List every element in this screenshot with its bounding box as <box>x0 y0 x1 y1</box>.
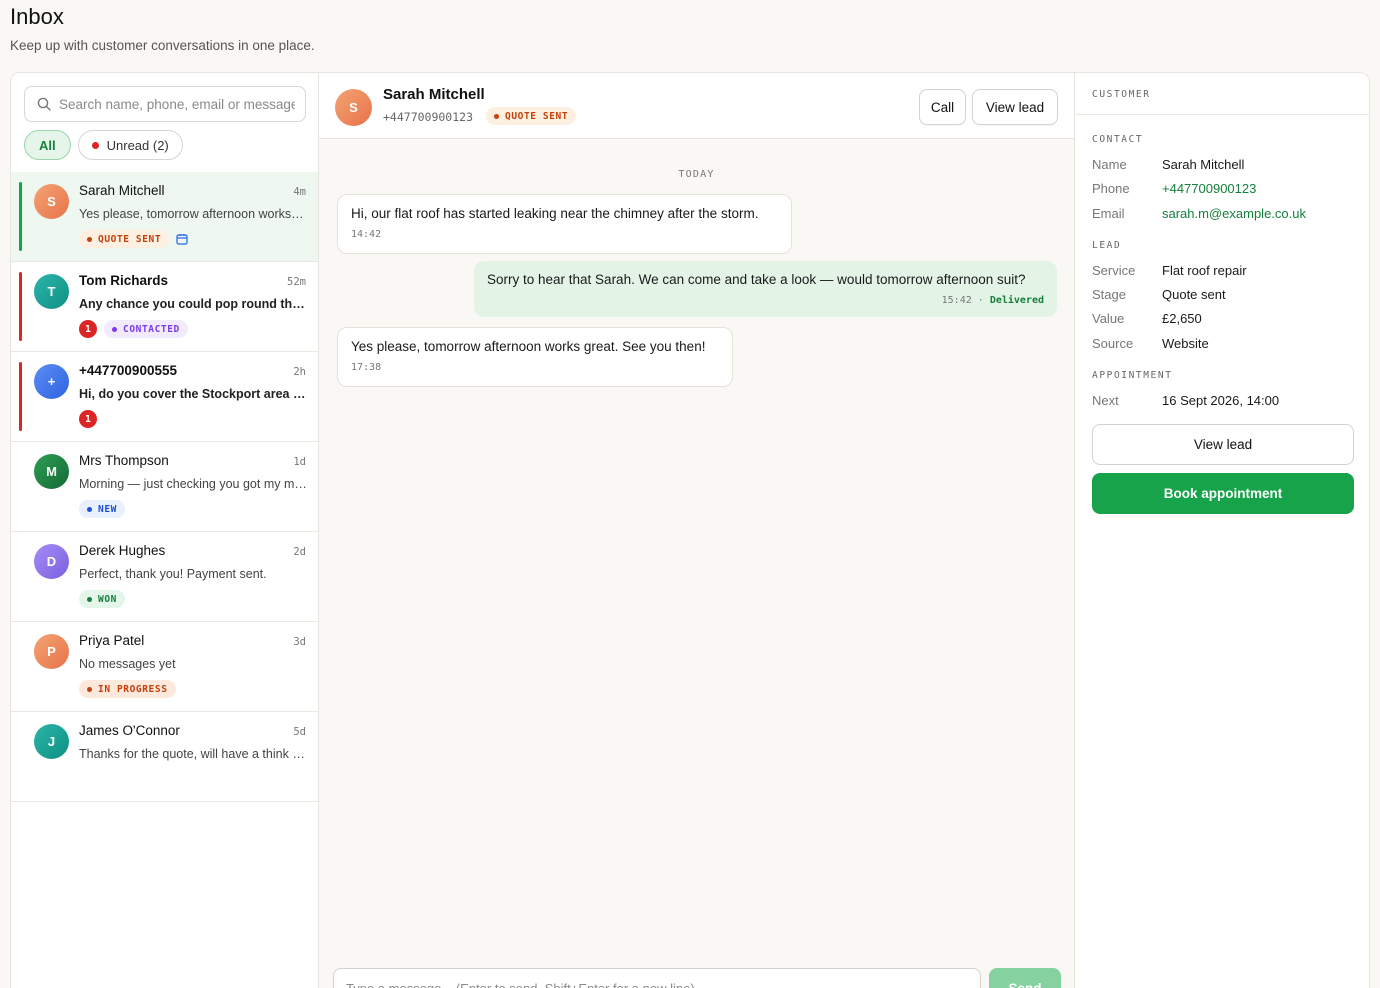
avatar: S <box>34 184 69 219</box>
book-appointment-button[interactable]: Book appointment <box>1092 473 1354 514</box>
thread-time: 1d <box>293 456 306 468</box>
thread-name: Priya Patel <box>79 633 145 648</box>
thread-sarah-mitchell[interactable]: S Sarah Mitchell 4m Yes please, tomorrow… <box>11 172 318 262</box>
panel-title: CUSTOMER <box>1076 73 1369 115</box>
calendar-icon <box>176 234 188 245</box>
day-divider: TODAY <box>678 169 715 180</box>
contact-row-phone: Phone +447700900123 <box>1092 181 1257 196</box>
search-icon <box>37 97 51 111</box>
filter-chips: All Unread (2) <box>24 130 183 160</box>
filter-unread-label: Unread (2) <box>106 137 169 153</box>
inbox-shell: All Unread (2) S Sarah Mitchell 4m Yes p… <box>10 72 1370 988</box>
lead-heading: LEAD <box>1092 240 1122 251</box>
conversation-list: All Unread (2) S Sarah Mitchell 4m Yes p… <box>11 73 319 988</box>
customer-panel: CUSTOMER CONTACT Name Sarah Mitchell Phon… <box>1076 73 1369 988</box>
message-incoming: Yes please, tomorrow afternoon works gre… <box>337 327 733 387</box>
unread-dot-icon <box>91 141 99 149</box>
status-badge: CONTACTED <box>104 320 188 338</box>
filter-unread[interactable]: Unread (2) <box>77 130 183 160</box>
contact-phone: +447700900123 <box>383 110 474 124</box>
message-composer[interactable] <box>333 968 981 988</box>
thread-mrs-thompson[interactable]: M Mrs Thompson 1d Morning — just checkin… <box>11 442 318 532</box>
contact-name: Sarah Mitchell <box>383 86 485 103</box>
thread-time: 2d <box>293 546 306 558</box>
message-incoming: Hi, our flat roof has started leaking ne… <box>337 194 792 254</box>
contact-row-email: Email sarah.m@example.co.uk <box>1092 206 1306 221</box>
thread-name: Tom Richards <box>79 273 169 288</box>
thread-time: 3d <box>293 636 306 648</box>
unread-count-badge: 1 <box>79 410 97 428</box>
thread-preview: Thanks for the quote, will have a think … <box>79 747 307 761</box>
thread-time: 2h <box>293 366 306 378</box>
search-input[interactable] <box>59 96 295 112</box>
message-text: Hi, our flat roof has started leaking ne… <box>351 206 759 221</box>
message-input[interactable] <box>346 969 968 988</box>
message-text: Yes please, tomorrow afternoon works gre… <box>351 339 706 354</box>
thread-name: James O'Connor <box>79 723 180 738</box>
status-badge: IN PROGRESS <box>79 680 176 698</box>
thread-derek-hughes[interactable]: D Derek Hughes 2d Perfect, thank you! Pa… <box>11 532 318 622</box>
contact-row-name: Name Sarah Mitchell <box>1092 157 1245 172</box>
thread-name: +447700900555 <box>79 363 177 378</box>
thread-name: Sarah Mitchell <box>79 183 165 198</box>
thread-preview: Perfect, thank you! Payment sent. <box>79 567 267 581</box>
status-badge: QUOTE SENT <box>79 230 170 248</box>
thread-james-oconnor[interactable]: J James O'Connor 5d Thanks for the quote… <box>11 712 318 802</box>
thread-time: 4m <box>293 186 306 198</box>
status-bar <box>19 272 22 341</box>
appointment-row-next: Next 16 Sept 2026, 14:00 <box>1092 393 1280 408</box>
search-box[interactable] <box>24 86 306 122</box>
message-time: 17:38 <box>351 362 382 373</box>
email-link[interactable]: sarah.m@example.co.uk <box>1162 206 1306 221</box>
avatar: M <box>34 454 69 489</box>
thread-preview: Morning — just checking you got my messa… <box>79 477 307 491</box>
status-badge: WON <box>79 590 125 608</box>
avatar: + <box>34 364 69 399</box>
unread-count-badge: 1 <box>79 320 97 338</box>
thread-preview: Any chance you could pop round this week… <box>79 297 307 311</box>
message-time: 14:42 <box>351 229 382 240</box>
status-badge: NEW <box>79 500 125 518</box>
lead-row-stage: Stage Quote sent <box>1092 287 1226 302</box>
appointment-heading: APPOINTMENT <box>1092 370 1173 381</box>
chat-pane: S Sarah Mitchell +447700900123 QUOTE SEN… <box>319 73 1075 988</box>
thread-preview: Hi, do you cover the Stockport area for … <box>79 387 307 401</box>
lead-row-service: Service Flat roof repair <box>1092 263 1247 278</box>
view-lead-header-button[interactable]: View lead <box>972 89 1058 125</box>
thread-preview: Yes please, tomorrow afternoon works gre… <box>79 207 307 221</box>
message-meta: 15:42 · Delivered <box>941 295 1044 306</box>
thread-name: Mrs Thompson <box>79 453 169 468</box>
view-lead-button[interactable]: View lead <box>1092 424 1354 465</box>
phone-link[interactable]: +447700900123 <box>1162 181 1256 196</box>
page-title: Inbox <box>10 4 64 29</box>
status-bar <box>19 362 22 431</box>
thread-name: Derek Hughes <box>79 543 166 558</box>
message-text: Sorry to hear that Sarah. We can come an… <box>487 272 1026 287</box>
thread-preview: No messages yet <box>79 657 176 671</box>
avatar: P <box>34 634 69 669</box>
thread-time: 5d <box>293 726 306 738</box>
call-button[interactable]: Call <box>919 89 966 125</box>
message-outgoing: Sorry to hear that Sarah. We can come an… <box>474 261 1057 317</box>
thread-unknown-number[interactable]: + +447700900555 2h Hi, do you cover the … <box>11 352 318 442</box>
thread-time: 52m <box>287 276 306 288</box>
thread-tom-richards[interactable]: T Tom Richards 52m Any chance you could … <box>11 262 318 352</box>
avatar: J <box>34 724 69 759</box>
chat-header: S Sarah Mitchell +447700900123 QUOTE SEN… <box>319 73 1074 139</box>
contact-heading: CONTACT <box>1092 134 1144 145</box>
thread-priya-patel[interactable]: P Priya Patel 3d No messages yet IN PROG… <box>11 622 318 712</box>
avatar: T <box>34 274 69 309</box>
lead-row-value: Value £2,650 <box>1092 311 1202 326</box>
lead-row-source: Source Website <box>1092 336 1209 351</box>
thread-list: S Sarah Mitchell 4m Yes please, tomorrow… <box>11 172 318 802</box>
avatar: D <box>34 544 69 579</box>
send-button[interactable]: Send <box>989 968 1061 988</box>
avatar: S <box>335 89 372 126</box>
status-bar <box>19 182 22 251</box>
page-subtitle: Keep up with customer conversations in o… <box>10 38 315 53</box>
status-badge: QUOTE SENT <box>486 107 577 125</box>
filter-all[interactable]: All <box>24 130 71 160</box>
